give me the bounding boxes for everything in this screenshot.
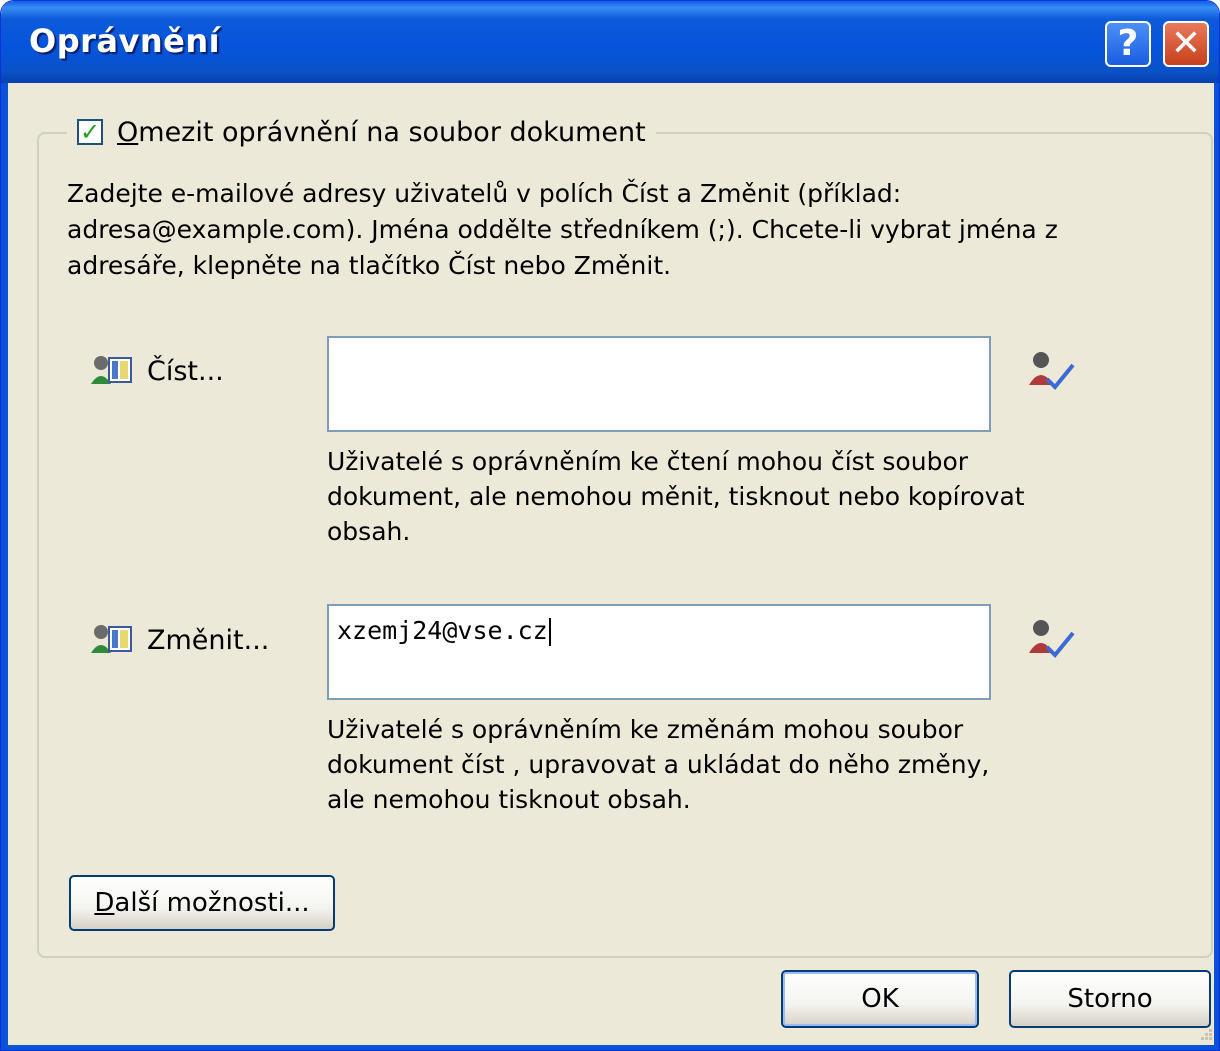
permission-dialog: Oprávnění ? ✕ ✓ Omezit oprávnění na soub… [0,0,1220,1051]
change-input-value: xzemj24@vse.cz [337,616,548,645]
checkmark-icon: ✓ [79,118,101,146]
check-names-icon[interactable] [1027,619,1077,661]
change-description: Uživatelé s oprávněním ke změnám mohou s… [327,715,990,814]
change-button[interactable]: Změnit... [89,620,269,660]
read-description: Uživatelé s oprávněním ke čtení mohou čí… [327,447,1025,546]
change-input[interactable]: xzemj24@vse.cz [327,604,991,700]
read-label: Číst... [147,355,224,387]
window-frame-left [1,83,8,1050]
close-button[interactable]: ✕ [1163,21,1209,67]
instructions-text: Zadejte e-mailové adresy uživatelů v pol… [67,179,1058,280]
read-input[interactable] [327,336,991,432]
ok-button[interactable]: OK [781,970,979,1028]
help-button[interactable]: ? [1105,21,1151,67]
window-frame-bottom [1,1045,1219,1050]
restrict-permission-label[interactable]: Omezit oprávnění na soubor dokument [117,117,646,148]
check-names-icon[interactable] [1027,351,1077,393]
cancel-button[interactable]: Storno [1009,970,1211,1028]
title-bar[interactable]: Oprávnění ? ✕ [1,1,1219,83]
window-title: Oprávnění [29,22,221,60]
more-options-button[interactable]: Další možnosti... [69,875,335,931]
address-book-icon [91,356,132,384]
resize-grip-icon[interactable] [1197,1027,1213,1043]
change-label: Změnit... [147,624,270,656]
read-button[interactable]: Číst... [89,351,224,391]
restrict-permission-checkbox-row[interactable]: ✓ Omezit oprávnění na soubor dokument [67,111,656,153]
address-book-icon [91,625,132,653]
window-frame-right [1214,83,1219,1050]
restrict-permission-checkbox[interactable]: ✓ [77,119,103,145]
text-caret [548,618,551,646]
